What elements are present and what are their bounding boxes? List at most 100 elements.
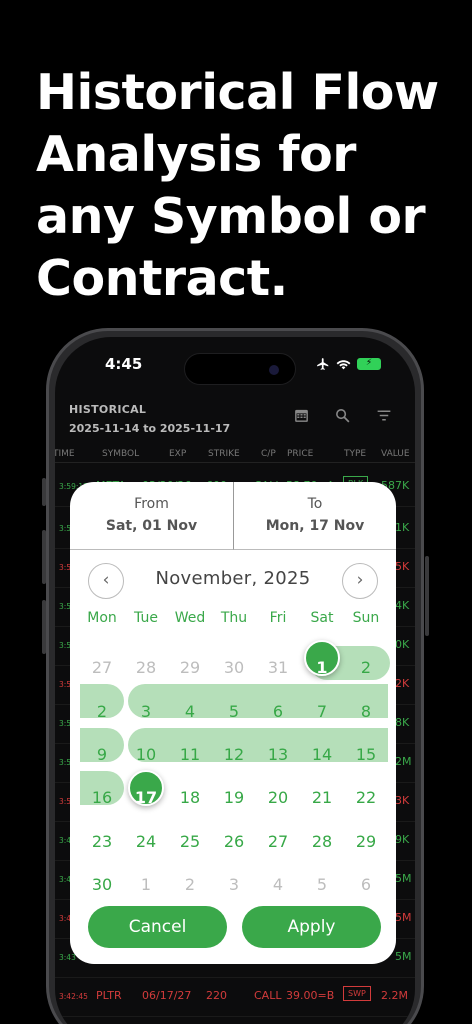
next-month-button[interactable]: ›	[342, 563, 378, 599]
cell-value: 5M	[395, 950, 412, 963]
weekday-label: Sun	[352, 610, 380, 626]
power-button	[425, 556, 429, 636]
calendar-day[interactable]: 20	[256, 788, 300, 808]
calendar-day[interactable]: 4	[168, 702, 212, 722]
cell-value: 2M	[395, 755, 412, 768]
cell-value: 3K	[395, 794, 410, 807]
calendar-day[interactable]: 27	[80, 658, 124, 678]
calendar-day[interactable]: 18	[168, 788, 212, 808]
col-type[interactable]: TYPE	[344, 449, 366, 459]
calendar-day[interactable]: 6	[256, 702, 300, 722]
calendar-day[interactable]: 28	[300, 832, 344, 852]
calendar-day[interactable]: 17	[124, 788, 168, 808]
col-cp[interactable]: C/P	[261, 449, 276, 459]
to-value: Mon, 17 Nov	[265, 518, 365, 534]
cell-type-badge: SWP	[343, 986, 371, 1001]
cell-symbol: PLTR	[96, 989, 122, 1002]
calendar-day[interactable]: 19	[212, 788, 256, 808]
weekday-label: Thu	[220, 610, 248, 626]
search-icon[interactable]	[334, 407, 351, 424]
header-actions	[293, 407, 393, 424]
calendar-day[interactable]: 5	[212, 702, 256, 722]
col-strike[interactable]: STRIKE	[208, 449, 240, 459]
calendar-day[interactable]: 9	[80, 745, 124, 765]
cell-strike: 220	[206, 989, 227, 1002]
calendar-day[interactable]: 11	[168, 745, 212, 765]
calendar-day[interactable]: 1	[300, 658, 344, 678]
calendar-day[interactable]: 26	[212, 832, 256, 852]
table-row[interactable]: 3:42:45 PLTR 06/17/27 220 CALL 39.00=B SWP 2.2M	[55, 977, 415, 1017]
cancel-button[interactable]: Cancel	[88, 906, 227, 948]
col-value[interactable]: VALUE	[381, 449, 410, 459]
wifi-icon	[336, 360, 351, 370]
calendar-icon[interactable]	[293, 407, 310, 424]
calendar-day[interactable]: 8	[344, 702, 388, 722]
cell-time: 3:43	[59, 953, 76, 962]
calendar-day[interactable]: 30	[212, 658, 256, 678]
calendar-day[interactable]: 6	[344, 875, 388, 895]
calendar-day[interactable]: 15	[344, 745, 388, 765]
calendar-day[interactable]: 13	[256, 745, 300, 765]
cell-value: 4K	[395, 599, 410, 612]
calendar-day[interactable]: 24	[124, 832, 168, 852]
status-icons: ⚡	[316, 357, 381, 371]
cell-value: 5M	[395, 872, 412, 885]
from-field[interactable]: From Sat, 01 Nov	[70, 482, 234, 550]
filter-icon[interactable]	[375, 407, 393, 424]
calendar-day[interactable]: 4	[256, 875, 300, 895]
calendar-day[interactable]: 7	[300, 702, 344, 722]
table-row[interactable]: 3:41:04CMG11/21/2540PUT9.50=BBLK1.5M	[55, 1019, 415, 1024]
calendar-day[interactable]: 3	[124, 702, 168, 722]
weekday-label: Wed	[174, 610, 206, 626]
cell-price: 39.00=B	[286, 989, 335, 1002]
calendar-day[interactable]: 10	[124, 745, 168, 765]
calendar-day[interactable]: 27	[256, 832, 300, 852]
col-exp[interactable]: EXP	[169, 449, 186, 459]
chevron-right-icon: ›	[356, 570, 364, 590]
date-range-picker: From Sat, 01 Nov To Mon, 17 Nov ‹ Novemb…	[70, 482, 396, 964]
col-symbol[interactable]: SYMBOL	[102, 449, 139, 459]
to-label: To	[307, 496, 323, 512]
calendar-day[interactable]: 23	[80, 832, 124, 852]
cell-cp: CALL	[254, 989, 282, 1002]
col-price[interactable]: PRICE	[287, 449, 313, 459]
cell-value: 2.2M	[381, 989, 408, 1002]
weekday-label: Sat	[310, 610, 334, 626]
cell-value: 8K	[395, 716, 410, 729]
calendar-day[interactable]: 2	[80, 702, 124, 722]
calendar-day[interactable]: 28	[124, 658, 168, 678]
calendar-day[interactable]: 25	[168, 832, 212, 852]
cell-value: 5M	[395, 911, 412, 924]
calendar-day[interactable]: 22	[344, 788, 388, 808]
calendar-day[interactable]: 5	[300, 875, 344, 895]
cell-value: 2K	[395, 677, 410, 690]
calendar-day[interactable]: 14	[300, 745, 344, 765]
headline-line-2: Analysis for	[36, 126, 356, 183]
calendar-day[interactable]: 30	[80, 875, 124, 895]
dynamic-island	[184, 353, 296, 385]
cell-value: 1K	[395, 521, 410, 534]
cell-exp: 06/17/27	[142, 989, 192, 1002]
calendar-day[interactable]: 1	[124, 875, 168, 895]
calendar-day[interactable]: 3	[212, 875, 256, 895]
headline-line-4: Contract.	[36, 250, 288, 307]
to-field[interactable]: To Mon, 17 Nov	[234, 482, 396, 550]
col-time[interactable]: TIME	[55, 449, 75, 459]
calendar-day[interactable]: 12	[212, 745, 256, 765]
headline: Historical Flow Analysis for any Symbol …	[36, 62, 456, 310]
calendar-day[interactable]: 2	[168, 875, 212, 895]
weekday-label: Tue	[134, 610, 158, 626]
apply-button[interactable]: Apply	[242, 906, 381, 948]
column-headers: TIME SYMBOL EXP STRIKE C/P PRICE TYPE VA…	[55, 447, 415, 463]
calendar-day[interactable]: 16	[80, 788, 124, 808]
headline-line-1: Historical Flow	[36, 64, 439, 121]
calendar-day[interactable]: 29	[168, 658, 212, 678]
cell-value: 0K	[395, 638, 410, 651]
calendar-day[interactable]: 2	[344, 658, 388, 678]
calendar-day[interactable]: 29	[344, 832, 388, 852]
from-value: Sat, 01 Nov	[105, 518, 198, 534]
calendar-day[interactable]: 31	[256, 658, 300, 678]
calendar-day[interactable]: 21	[300, 788, 344, 808]
cell-value: 9K	[395, 833, 410, 846]
weekday-label: Fri	[269, 610, 287, 626]
